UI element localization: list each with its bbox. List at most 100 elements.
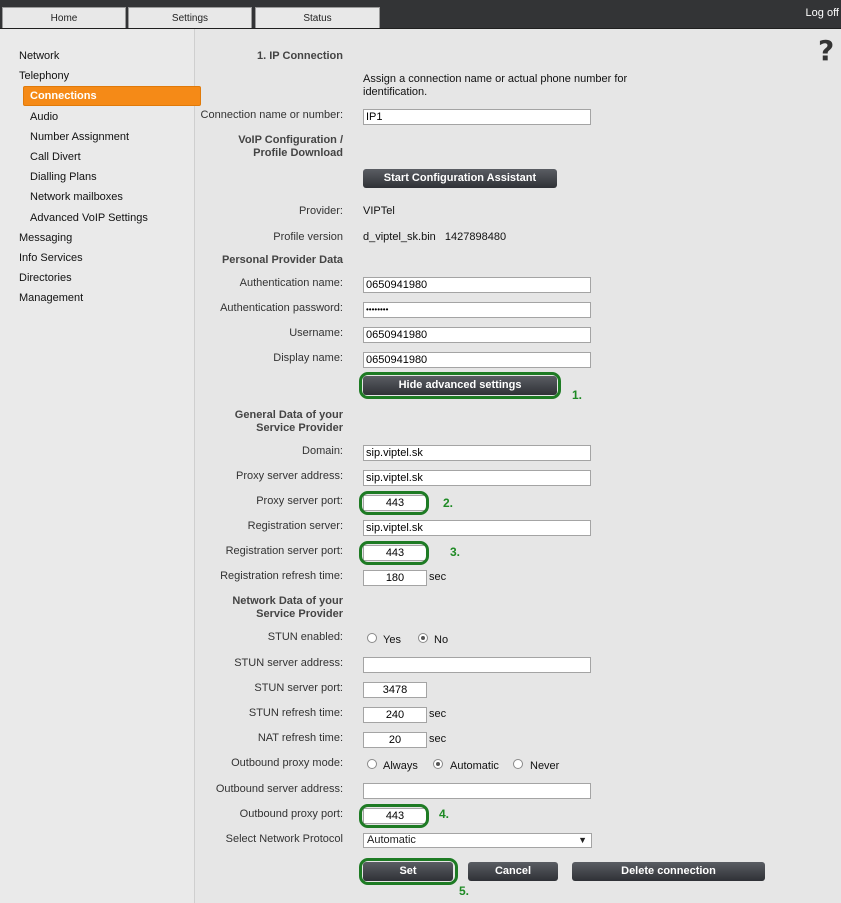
tab-home[interactable]: Home — [2, 7, 126, 28]
chevron-down-icon: ▼ — [578, 835, 587, 845]
sidebar-item-network[interactable]: Network — [19, 50, 59, 62]
auth-name-input[interactable]: 0650941980 — [363, 277, 591, 293]
registration-refresh-input[interactable]: 180 — [363, 570, 427, 586]
sidebar-item-messaging[interactable]: Messaging — [19, 232, 72, 244]
network-protocol-label: Select Network Protocol — [225, 833, 343, 845]
profile-version-value: d_viptel_sk.bin 1427898480 — [363, 231, 507, 243]
start-configuration-assistant-button[interactable]: Start Configuration Assistant — [363, 169, 557, 188]
network-protocol-value: Automatic — [367, 834, 416, 846]
outbound-never-radio[interactable] — [513, 759, 523, 769]
logoff-link[interactable]: Log off — [806, 7, 839, 19]
sidebar-item-call-divert[interactable]: Call Divert — [30, 151, 81, 163]
section-ip-connection: 1. IP Connection — [257, 50, 343, 62]
outbound-address-label: Outbound server address: — [215, 783, 343, 795]
tab-settings[interactable]: Settings — [128, 7, 252, 28]
registration-refresh-unit: sec — [429, 571, 447, 583]
registration-server-input[interactable]: sip.viptel.sk — [363, 520, 591, 536]
sidebar-item-network-mailboxes[interactable]: Network mailboxes — [30, 191, 123, 203]
stun-port-input[interactable]: 3478 — [363, 682, 427, 698]
delete-connection-button[interactable]: Delete connection — [572, 862, 765, 881]
marker-2: 2. — [443, 496, 454, 510]
sidebar-item-advanced-voip[interactable]: Advanced VoIP Settings — [30, 212, 148, 224]
proxy-port-label: Proxy server port: — [256, 495, 343, 507]
registration-refresh-label: Registration refresh time: — [220, 570, 343, 582]
connection-name-label: Connection name or number: — [200, 109, 343, 121]
outbound-never-label: Never — [530, 760, 560, 772]
profile-version-label: Profile version — [273, 231, 343, 243]
domain-input[interactable]: sip.viptel.sk — [363, 445, 591, 461]
stun-refresh-unit: sec — [429, 708, 447, 720]
sidebar-item-directories[interactable]: Directories — [19, 272, 72, 284]
stun-address-label: STUN server address: — [234, 657, 343, 669]
set-button[interactable]: Set — [363, 862, 453, 881]
outbound-address-input[interactable] — [363, 783, 591, 799]
stun-refresh-input[interactable]: 240 — [363, 707, 427, 723]
network-data-header: Network Data of your Service Provider — [232, 595, 343, 621]
stun-yes-label: Yes — [383, 634, 401, 646]
stun-no-label: No — [434, 634, 449, 646]
marker-5: 5. — [459, 884, 470, 898]
provider-label: Provider: — [298, 205, 343, 217]
username-input[interactable]: 0650941980 — [363, 327, 591, 343]
stun-no-radio[interactable] — [418, 633, 428, 643]
registration-port-input[interactable]: 443 — [363, 545, 427, 561]
outbound-always-radio[interactable] — [367, 759, 377, 769]
stun-enabled-label: STUN enabled: — [267, 631, 343, 643]
top-navigation-bar: Home Settings Status Log off — [0, 0, 841, 29]
proxy-address-label: Proxy server address: — [236, 470, 343, 482]
registration-port-label: Registration server port: — [225, 545, 343, 557]
voip-config-header-line1: VoIP Configuration / — [238, 134, 343, 146]
sidebar-item-connections[interactable]: Connections — [23, 86, 201, 106]
sidebar-item-number-assignment[interactable]: Number Assignment — [30, 131, 129, 143]
voip-config-header: VoIP Configuration / Profile Download — [238, 134, 343, 160]
voip-config-header-line2: Profile Download — [253, 147, 343, 159]
help-icon[interactable]: ? — [818, 34, 834, 67]
display-name-label: Display name: — [273, 352, 343, 364]
general-data-header-line2: Service Provider — [256, 422, 343, 434]
display-name-input[interactable]: 0650941980 — [363, 352, 591, 368]
sidebar-item-label: Connections — [30, 90, 97, 102]
outbound-automatic-radio[interactable] — [433, 759, 443, 769]
marker-3: 3. — [450, 545, 461, 559]
stun-yes-radio[interactable] — [367, 633, 377, 643]
sidebar-item-telephony[interactable]: Telephony — [19, 70, 69, 82]
general-data-header-line1: General Data of your — [234, 409, 343, 421]
assign-hint-line2: identification. — [363, 86, 428, 98]
personal-provider-header: Personal Provider Data — [221, 254, 343, 266]
proxy-address-input[interactable]: sip.viptel.sk — [363, 470, 591, 486]
sidebar-divider — [194, 29, 195, 903]
nat-refresh-input[interactable]: 20 — [363, 732, 427, 748]
sidebar-item-dialling-plans[interactable]: Dialling Plans — [30, 171, 97, 183]
outbound-port-input[interactable]: 443 — [363, 808, 427, 824]
marker-4: 4. — [439, 807, 450, 821]
sidebar-item-audio[interactable]: Audio — [30, 111, 58, 123]
registration-server-label: Registration server: — [247, 520, 343, 532]
domain-label: Domain: — [302, 445, 343, 457]
nat-refresh-label: NAT refresh time: — [257, 732, 343, 744]
network-protocol-select[interactable]: Automatic ▼ — [363, 833, 592, 848]
stun-address-input[interactable] — [363, 657, 591, 673]
stun-refresh-label: STUN refresh time: — [248, 707, 343, 719]
sidebar-item-management[interactable]: Management — [19, 292, 83, 304]
network-data-header-line1: Network Data of your — [232, 595, 343, 607]
marker-1: 1. — [572, 388, 583, 402]
auth-password-label: Authentication password: — [220, 302, 343, 314]
provider-value: VIPTel — [363, 205, 395, 217]
outbound-always-label: Always — [383, 760, 418, 772]
nat-refresh-unit: sec — [429, 733, 447, 745]
cancel-button[interactable]: Cancel — [468, 862, 558, 881]
outbound-mode-label: Outbound proxy mode: — [231, 757, 343, 769]
hide-advanced-settings-button[interactable]: Hide advanced settings — [363, 376, 557, 395]
outbound-port-label: Outbound proxy port: — [239, 808, 343, 820]
auth-password-input[interactable]: •••••••• — [363, 302, 591, 318]
general-data-header: General Data of your Service Provider — [235, 409, 343, 435]
outbound-automatic-label: Automatic — [450, 760, 499, 772]
sidebar-item-info-services[interactable]: Info Services — [19, 252, 83, 264]
auth-name-label: Authentication name: — [239, 277, 343, 289]
assign-hint-line1: Assign a connection name or actual phone… — [363, 73, 628, 85]
stun-port-label: STUN server port: — [254, 682, 343, 694]
proxy-port-input[interactable]: 443 — [363, 495, 427, 511]
connection-name-input[interactable]: IP1 — [363, 109, 591, 125]
tab-status[interactable]: Status — [255, 7, 380, 28]
network-data-header-line2: Service Provider — [256, 608, 343, 620]
